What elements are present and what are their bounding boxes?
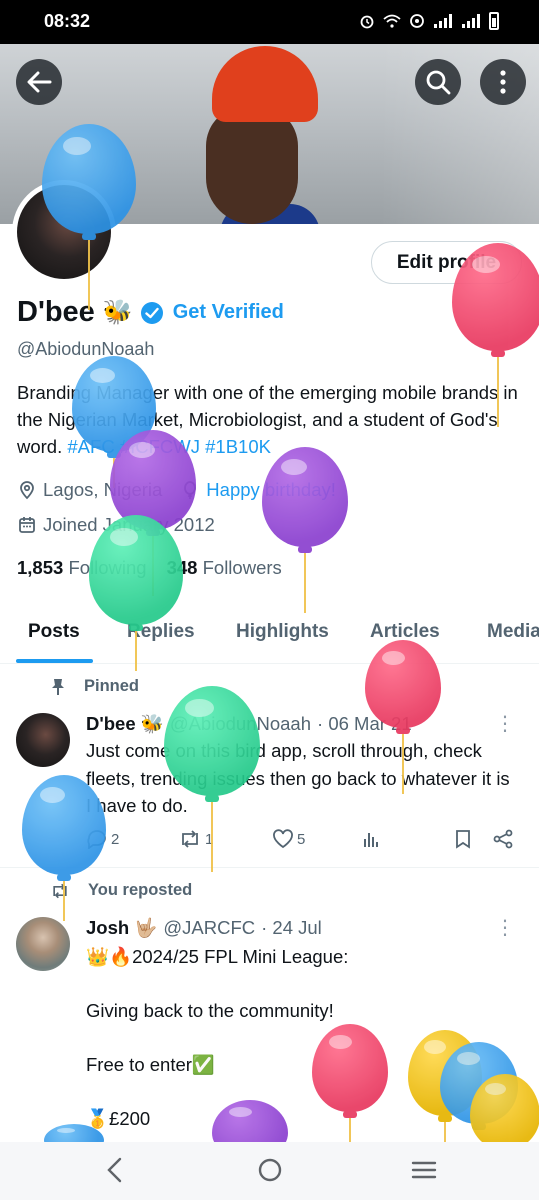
- active-tab-indicator: [16, 659, 93, 663]
- following-link[interactable]: 1,853 Following: [17, 557, 147, 579]
- post-date: · 24 Jul: [261, 917, 322, 938]
- profile-meta-location: Lagos, Nigeria Happy birthday!: [17, 479, 336, 501]
- repost-header: Josh 🤟🏼 @JARCFC · 24 Jul: [86, 917, 322, 939]
- avatar[interactable]: [16, 713, 70, 767]
- post-date: · 06 Mar 21: [317, 713, 412, 734]
- profile-avatar[interactable]: [12, 180, 116, 284]
- post-more-icon[interactable]: ⋮: [495, 711, 515, 736]
- post-author-handle[interactable]: @JARCFC: [163, 917, 255, 939]
- balloon-icon: [184, 481, 197, 499]
- get-verified-link[interactable]: Get Verified: [173, 301, 284, 324]
- like-count: 5: [297, 830, 306, 848]
- analytics-button[interactable]: [361, 829, 381, 849]
- followers-label: Followers: [202, 557, 282, 578]
- follow-stats: 1,853 Following 348 Followers: [17, 557, 282, 579]
- profile-name-row: D'bee 🐝 Get Verified: [17, 296, 284, 329]
- heart-icon: [273, 829, 293, 849]
- repost-line-2: Giving back to the community!: [86, 1000, 334, 1021]
- tab-highlights[interactable]: Highlights: [236, 621, 329, 643]
- status-icons: [359, 12, 499, 30]
- profile-location: Lagos, Nigeria: [43, 479, 163, 500]
- repost-line-3: Free to enter✅: [86, 1054, 215, 1075]
- banner-person-face: [206, 106, 298, 224]
- post-more-icon[interactable]: ⋮: [495, 915, 515, 940]
- bio-hashtags[interactable]: #AFC #ICFCWJ #1B10K: [67, 436, 271, 457]
- analytics-icon: [364, 833, 378, 847]
- hotspot-icon: [410, 14, 424, 28]
- like-button[interactable]: 5: [272, 829, 305, 849]
- profile-bio: Branding Manager with one of the emergin…: [17, 379, 527, 460]
- tab-articles[interactable]: Articles: [370, 621, 440, 643]
- following-label: Following: [68, 557, 147, 578]
- post-actions: 2 1 5: [86, 829, 516, 857]
- location-pin-icon: [20, 481, 34, 500]
- repost-button[interactable]: 1: [178, 829, 213, 849]
- repost-line-4: 🥇£200: [86, 1108, 151, 1129]
- reply-icon: [87, 830, 106, 849]
- back-button[interactable]: [16, 59, 62, 105]
- search-icon: [426, 70, 451, 95]
- post-author-name[interactable]: Josh 🤟🏼: [86, 917, 157, 939]
- profile-meta-joined: Joined January 2012: [17, 514, 215, 536]
- pinned-context: Pinned: [50, 677, 139, 696]
- share-button[interactable]: [492, 829, 514, 849]
- home-nav-icon[interactable]: [257, 1156, 283, 1184]
- balloon-decoration: [262, 447, 348, 617]
- pinned-post-header: D'bee 🐝 @AbiodunNoaah · 06 Mar 21: [86, 713, 412, 735]
- repost-icon: [53, 883, 67, 898]
- repost-count: 1: [205, 830, 214, 848]
- tab-media[interactable]: Media: [487, 621, 539, 643]
- tab-posts[interactable]: Posts: [28, 621, 80, 643]
- pin-icon: [52, 678, 64, 695]
- following-count: 1,853: [17, 557, 64, 578]
- followers-link[interactable]: 348 Followers: [167, 557, 282, 579]
- back-nav-icon[interactable]: [104, 1156, 124, 1184]
- followers-count: 348: [166, 557, 198, 578]
- signal-icon: [434, 14, 452, 28]
- status-time: 08:32: [44, 11, 91, 31]
- status-bar: 08:32: [0, 0, 539, 44]
- signal-icon-2: [462, 14, 480, 28]
- bookmark-button[interactable]: [454, 829, 472, 849]
- pinned-label: Pinned: [84, 677, 140, 695]
- more-vertical-icon: [500, 70, 506, 94]
- more-options-button[interactable]: [480, 59, 526, 105]
- share-icon: [493, 829, 513, 849]
- wifi-icon: [383, 14, 401, 28]
- profile-handle: @AbiodunNoaah: [17, 339, 155, 359]
- post-author-name[interactable]: D'bee 🐝: [86, 713, 164, 735]
- recents-nav-icon[interactable]: [410, 1156, 438, 1184]
- verified-badge-icon[interactable]: [140, 301, 163, 324]
- battery-icon: [489, 12, 499, 30]
- profile-joined: Joined January 2012: [43, 514, 215, 535]
- alarm-icon: [360, 15, 374, 29]
- banner-person-cap: [212, 46, 318, 122]
- edit-profile-button[interactable]: Edit profile: [371, 241, 522, 284]
- search-button[interactable]: [415, 59, 461, 105]
- reply-button[interactable]: 2: [86, 829, 119, 849]
- tab-replies[interactable]: Replies: [127, 621, 195, 643]
- repost-line-1: 👑🔥2024/25 FPL Mini League:: [86, 946, 349, 967]
- profile-name: D'bee: [17, 296, 95, 328]
- arrow-left-icon: [27, 71, 52, 93]
- system-nav-bar: [0, 1142, 539, 1200]
- bee-emoji: 🐝: [102, 299, 133, 326]
- profile-tabs: Posts Replies Highlights Articles Media: [0, 604, 539, 664]
- repost-icon: [182, 830, 198, 848]
- birthday-link[interactable]: Happy birthday!: [206, 479, 336, 501]
- bookmark-icon: [456, 830, 470, 849]
- avatar[interactable]: [16, 917, 70, 971]
- post-author-handle[interactable]: @AbiodunNoaah: [170, 713, 311, 735]
- pinned-post-text: Just come on this bird app, scroll throu…: [86, 740, 510, 816]
- reply-count: 2: [111, 830, 120, 848]
- post-divider: [0, 867, 539, 868]
- repost-context: You reposted: [50, 881, 192, 900]
- repost-context-label: You reposted: [88, 881, 193, 899]
- calendar-icon: [19, 517, 35, 533]
